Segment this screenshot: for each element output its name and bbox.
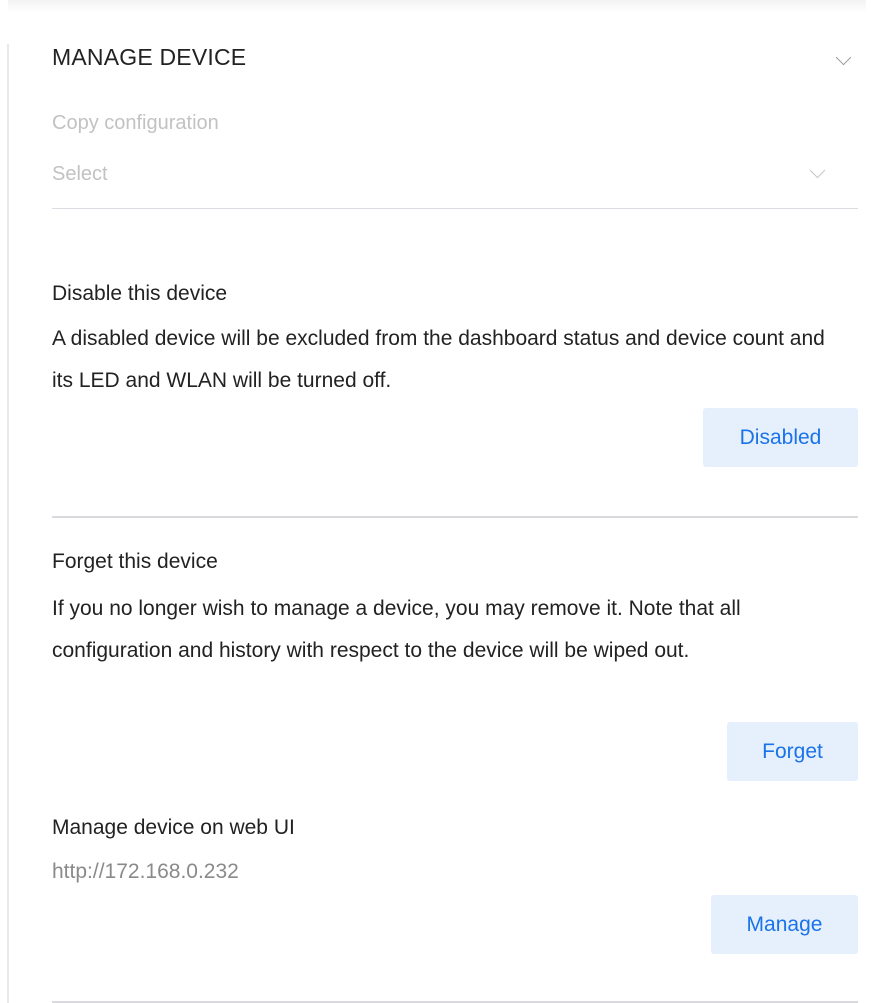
forget-device-title: Forget this device [52,550,218,573]
forget-button[interactable]: Forget [727,722,858,781]
select-chevron-down-icon [809,162,826,179]
divider [52,516,858,518]
copy-configuration-select[interactable]: Select [52,152,858,209]
web-ui-url: http://172.168.0.232 [52,860,239,883]
disable-device-title: Disable this device [52,282,228,305]
forget-device-description: If you no longer wish to manage a device… [52,597,741,662]
panel-top-shadow [8,0,866,12]
panel-left-rail [7,44,9,1003]
collapse-toggle[interactable] [828,44,858,74]
section-title: MANAGE DEVICE [52,44,247,70]
chevron-down-icon [835,49,852,66]
disabled-button[interactable]: Disabled [703,408,858,467]
copy-configuration-label: Copy configuration [52,112,219,134]
disable-device-description: A disabled device will be excluded from … [52,327,825,392]
manage-device-panel: MANAGE DEVICE Copy configuration Select … [0,0,881,1003]
select-placeholder: Select [52,163,108,185]
bottom-divider [52,1001,858,1003]
web-ui-title: Manage device on web UI [52,816,295,839]
manage-button[interactable]: Manage [711,895,858,954]
